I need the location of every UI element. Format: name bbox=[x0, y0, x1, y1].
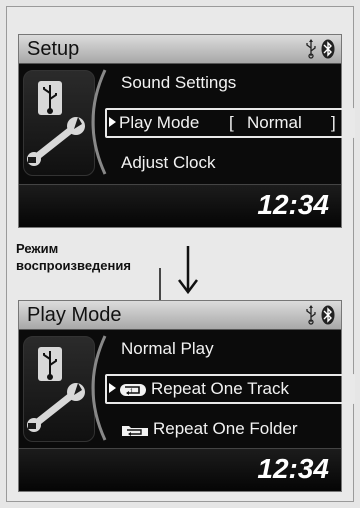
menu-item-repeat-one-track[interactable]: 1 Repeat One Track bbox=[105, 374, 355, 404]
repeat-folder-icon bbox=[122, 425, 148, 436]
usb-icon bbox=[306, 305, 316, 325]
status-icons bbox=[305, 39, 335, 59]
clock: 12:34 bbox=[257, 453, 329, 484]
repeat-one-track-icon: 1 bbox=[120, 383, 146, 396]
menu-item-label: Sound Settings bbox=[121, 73, 237, 92]
down-arrow-icon bbox=[178, 246, 198, 295]
bluetooth-icon bbox=[321, 39, 335, 59]
screen-title: Setup bbox=[27, 38, 80, 60]
play-mode-value: Normal bbox=[247, 113, 302, 132]
value-bracket-close: ] bbox=[331, 113, 336, 132]
menu-item-play-mode[interactable]: Play Mode [ Normal ] bbox=[105, 108, 355, 138]
screen-title: Play Mode bbox=[27, 304, 122, 326]
setup-screen: Setup Sound Settings Play Mode [Normal … bbox=[18, 34, 355, 228]
selection-arrow-icon bbox=[109, 117, 116, 127]
clock: 12:34 bbox=[257, 189, 329, 220]
menu-item-label-wrap: Repeat One Folder bbox=[121, 416, 298, 442]
menu-item-label: Normal Play bbox=[121, 339, 214, 358]
bluetooth-icon bbox=[321, 305, 335, 325]
caption-line-1: Режим bbox=[16, 241, 59, 256]
menu-item-label: Play Mode bbox=[119, 113, 200, 132]
value-bracket-open: [ bbox=[229, 113, 234, 132]
caption: Режим воспроизведения bbox=[16, 240, 131, 274]
menu-item-sound-settings[interactable]: Sound Settings bbox=[119, 70, 349, 96]
selection-arrow-icon bbox=[109, 383, 116, 393]
status-icons bbox=[305, 305, 335, 325]
clock-bar: 12:34 bbox=[19, 184, 341, 227]
menu-area: Normal Play 1 Repeat One Track Repeat On… bbox=[19, 330, 355, 446]
menu-item-adjust-clock[interactable]: Adjust Clock bbox=[119, 150, 349, 176]
title-bar: Setup bbox=[19, 35, 341, 64]
menu-item-label: Repeat One Folder bbox=[153, 419, 298, 438]
menu-item-repeat-one-folder[interactable]: Repeat One Folder bbox=[119, 416, 349, 442]
clock-bar: 12:34 bbox=[19, 448, 341, 491]
menu-item-label: Repeat One Track bbox=[151, 379, 289, 398]
caption-line-2: воспроизведения bbox=[16, 258, 131, 273]
menu-item-label-wrap: 1 Repeat One Track bbox=[119, 376, 289, 402]
play-mode-screen: Play Mode Normal Play 1 Repeat One Track… bbox=[18, 300, 355, 492]
menu-item-normal-play[interactable]: Normal Play bbox=[119, 336, 349, 362]
menu-area: Sound Settings Play Mode [ Normal ] Adju… bbox=[19, 64, 355, 180]
title-bar: Play Mode bbox=[19, 301, 341, 330]
menu-item-label: Adjust Clock bbox=[121, 153, 216, 172]
usb-icon bbox=[306, 39, 316, 59]
